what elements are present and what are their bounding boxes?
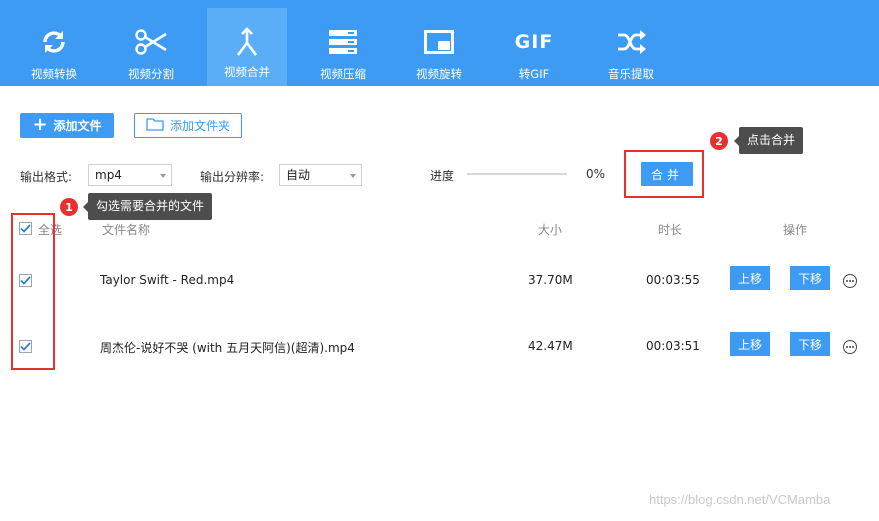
row-file-size: 37.70M xyxy=(528,273,573,287)
check-icon xyxy=(20,276,31,285)
tool-label: 视频压缩 xyxy=(320,67,366,81)
tool-label: 视频合并 xyxy=(224,65,270,79)
format-label: 输出格式: xyxy=(20,170,73,184)
tool-label: 视频旋转 xyxy=(416,67,462,81)
top-toolbar: 视频转换 视频分割 视频合并 视频压缩 视频旋转 GIF 转GIF 音乐提取 xyxy=(0,0,879,86)
plus-icon: + xyxy=(32,113,48,135)
row-file-size: 42.47M xyxy=(528,339,573,353)
check-icon xyxy=(20,342,31,351)
header-actions: 操作 xyxy=(783,223,808,237)
header-size: 大小 xyxy=(538,223,563,237)
row-file-name: Taylor Swift - Red.mp4 xyxy=(100,273,235,287)
format-select[interactable]: mp4 xyxy=(88,164,172,186)
watermark: https://blog.csdn.net/VCMamba xyxy=(649,492,831,507)
tool-label: 转GIF xyxy=(518,67,550,81)
tool-video-split[interactable]: 视频分割 xyxy=(111,10,191,86)
convert-icon xyxy=(36,24,72,60)
chevron-down-icon xyxy=(160,174,166,178)
tool-video-merge[interactable]: 视频合并 xyxy=(207,8,287,86)
compress-icon xyxy=(325,24,361,60)
gif-text: GIF xyxy=(514,31,554,53)
scissors-icon xyxy=(133,24,169,60)
gif-icon: GIF xyxy=(514,24,554,60)
merge-button[interactable]: 合并 xyxy=(641,162,693,186)
row-checkbox[interactable] xyxy=(19,274,32,287)
annotation-tooltip-2: 点击合并 xyxy=(733,127,804,154)
tool-label: 视频转换 xyxy=(31,67,77,81)
more-options-icon[interactable] xyxy=(843,340,857,354)
tool-video-compress[interactable]: 视频压缩 xyxy=(303,10,383,86)
move-down-button[interactable]: 下移 xyxy=(790,266,830,290)
row-duration: 00:03:55 xyxy=(646,273,700,287)
header-file-name: 文件名称 xyxy=(102,223,151,237)
more-options-icon[interactable] xyxy=(843,274,857,288)
row-duration: 00:03:51 xyxy=(646,339,700,353)
rotate-icon xyxy=(421,24,457,60)
tool-to-gif[interactable]: GIF 转GIF xyxy=(494,10,574,86)
chevron-down-icon xyxy=(350,174,356,178)
merge-icon xyxy=(229,24,265,60)
move-down-button[interactable]: 下移 xyxy=(790,332,830,356)
folder-icon xyxy=(146,117,164,134)
tool-video-rotate[interactable]: 视频旋转 xyxy=(399,10,479,86)
tool-music-extract[interactable]: 音乐提取 xyxy=(591,10,671,86)
add-folder-button[interactable]: 添加文件夹 xyxy=(134,113,242,138)
tool-label: 音乐提取 xyxy=(608,67,654,81)
annotation-tooltip-1: 勾选需要合并的文件 xyxy=(82,193,213,220)
highlight-checkbox-box xyxy=(11,213,55,370)
move-up-button[interactable]: 上移 xyxy=(730,332,770,356)
row-checkbox[interactable] xyxy=(19,340,32,353)
tool-label: 视频分割 xyxy=(128,67,174,81)
shuffle-icon xyxy=(613,24,649,60)
progress-value: 0% xyxy=(586,167,606,181)
add-file-button[interactable]: + 添加文件 xyxy=(20,113,114,138)
add-file-label: 添加文件 xyxy=(53,119,102,133)
header-duration: 时长 xyxy=(658,223,683,237)
progress-label: 进度 xyxy=(430,169,455,183)
add-folder-label: 添加文件夹 xyxy=(169,119,230,133)
resolution-select[interactable]: 自动 xyxy=(279,164,362,186)
tool-video-convert[interactable]: 视频转换 xyxy=(14,10,94,86)
progress-bar xyxy=(467,173,567,175)
annotation-badge-2: 2 xyxy=(710,132,728,150)
format-value: mp4 xyxy=(95,168,122,182)
row-file-name: 周杰伦-说好不哭 (with 五月天阿信)(超清).mp4 xyxy=(100,341,355,355)
resolution-value: 自动 xyxy=(286,168,311,182)
move-up-button[interactable]: 上移 xyxy=(730,266,770,290)
annotation-badge-1: 1 xyxy=(60,198,78,216)
resolution-label: 输出分辨率: xyxy=(200,170,265,184)
